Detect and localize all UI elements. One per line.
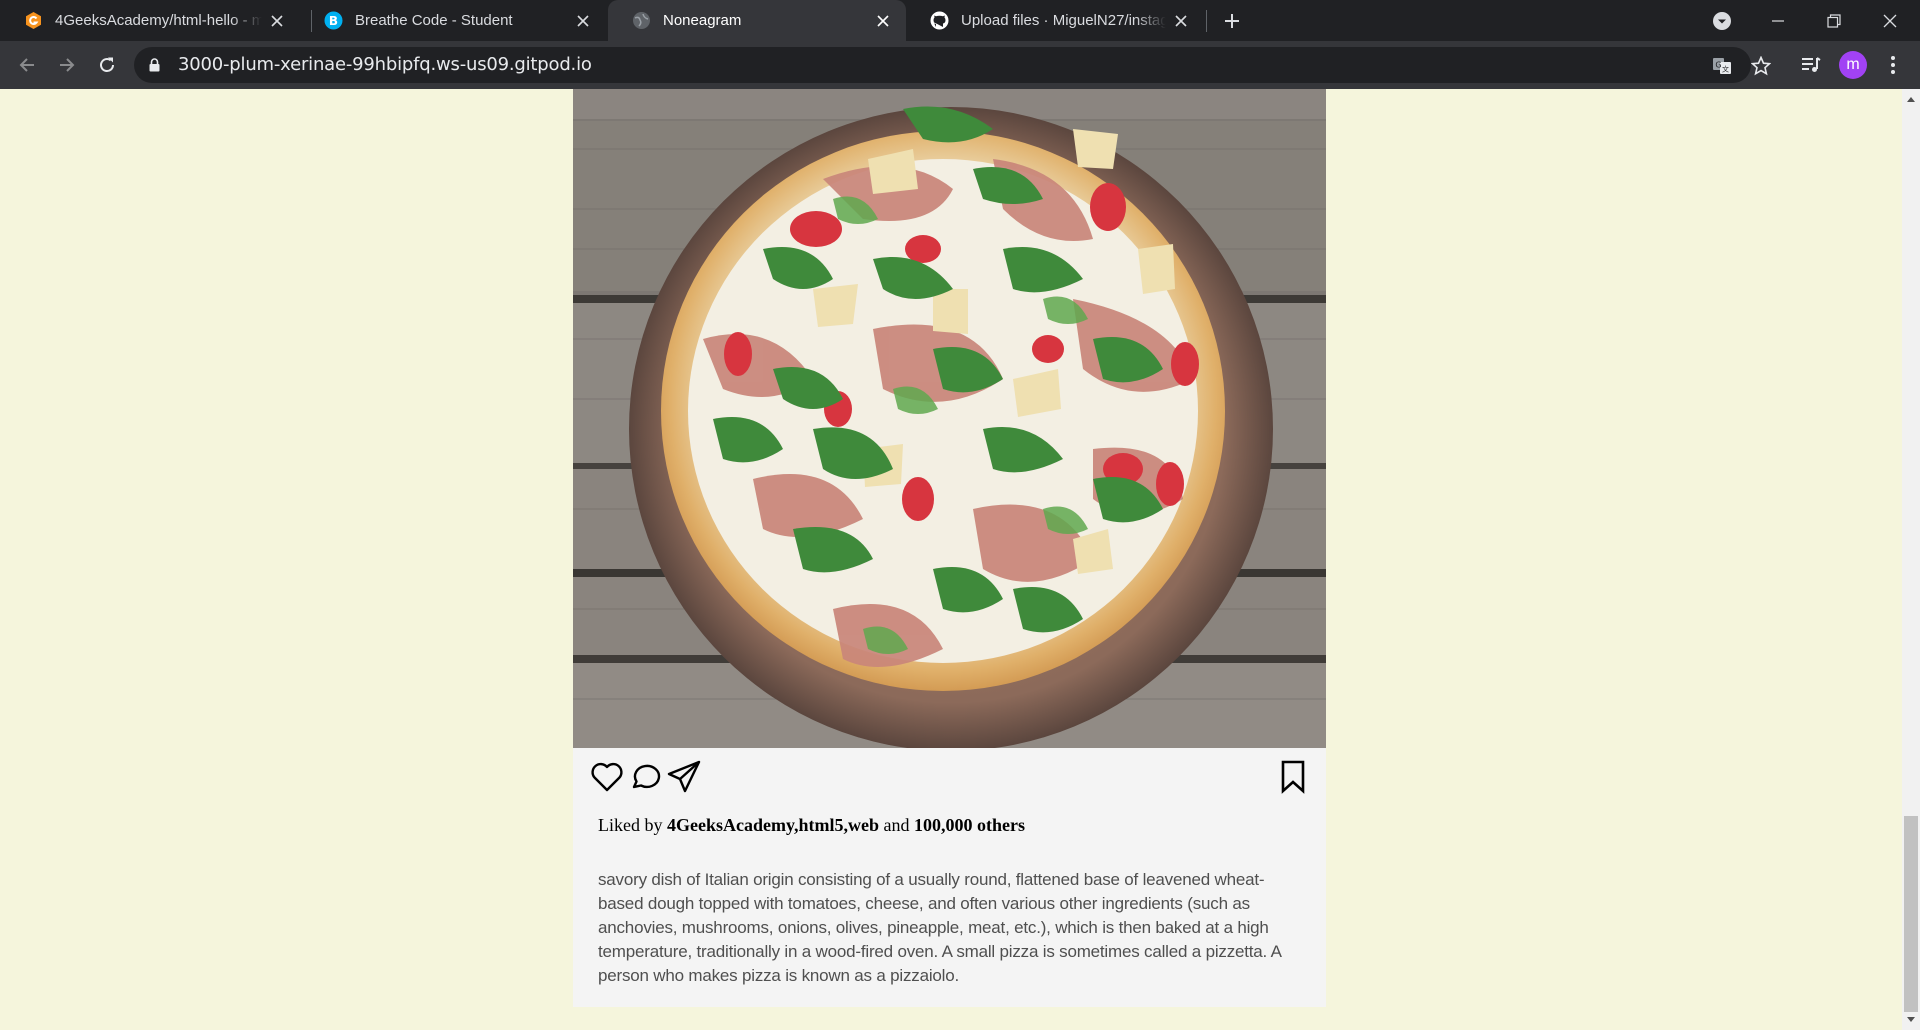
minimize-icon xyxy=(1772,19,1784,22)
bookmark-icon xyxy=(1281,760,1305,794)
comment-button[interactable] xyxy=(628,759,664,795)
likes-summary: Liked by 4GeeksAcademy,html5,web and 100… xyxy=(598,815,1025,836)
restore-button[interactable] xyxy=(1806,0,1862,41)
svg-text:B: B xyxy=(329,14,338,28)
tab-search-button[interactable] xyxy=(1694,0,1750,41)
close-tab-icon[interactable] xyxy=(574,12,592,30)
svg-text:G: G xyxy=(1715,61,1721,70)
post-caption: savory dish of Italian origin consisting… xyxy=(598,870,1281,985)
back-button[interactable] xyxy=(12,50,42,80)
post-image[interactable] xyxy=(573,89,1326,748)
tab-breathecode[interactable]: B Breathe Code - Student xyxy=(300,0,606,41)
tab-title: Noneagram xyxy=(663,12,742,29)
tab-title: 4GeeksAcademy/html-hello - ma xyxy=(55,12,262,29)
close-window-button[interactable] xyxy=(1862,0,1918,41)
scroll-up-arrow-icon[interactable] xyxy=(1907,97,1915,102)
address-bar[interactable]: 3000-plum-xerinae-99hbipfq.ws-us09.gitpo… xyxy=(134,47,1771,83)
close-tab-icon[interactable] xyxy=(874,12,892,30)
tab-separator xyxy=(1206,10,1207,32)
more-vertical-icon xyxy=(1891,56,1895,74)
post-actions xyxy=(573,759,1326,799)
close-tab-icon[interactable] xyxy=(1172,12,1190,30)
tab-4geeks[interactable]: 4GeeksAcademy/html-hello - ma xyxy=(0,0,300,41)
tab-github[interactable]: Upload files · MiguelN27/instagram xyxy=(906,0,1204,41)
scrollbar-thumb[interactable] xyxy=(1904,816,1918,1012)
likes-prefix: Liked by xyxy=(598,815,667,835)
likes-conjunction: and xyxy=(878,815,914,835)
plus-icon xyxy=(1225,14,1239,28)
scroll-down-arrow-icon[interactable] xyxy=(1907,1017,1915,1022)
save-button[interactable] xyxy=(1275,759,1311,795)
likes-others-count[interactable]: 100,000 others xyxy=(914,815,1025,835)
comment-icon xyxy=(632,764,661,789)
heart-icon xyxy=(591,762,623,792)
post-card: Liked by 4GeeksAcademy,html5,web and 100… xyxy=(573,89,1326,1007)
svg-text:文: 文 xyxy=(1722,65,1729,74)
arrow-right-icon xyxy=(60,58,75,72)
github-icon xyxy=(930,11,949,30)
new-tab-button[interactable] xyxy=(1218,7,1246,35)
restore-icon xyxy=(1827,13,1841,28)
breathecode-icon: B xyxy=(324,11,343,30)
share-button[interactable] xyxy=(666,759,702,795)
chevron-down-circle-icon xyxy=(1713,11,1731,30)
lock-icon[interactable] xyxy=(149,58,160,77)
profile-avatar[interactable]: m xyxy=(1839,51,1867,79)
translate-icon[interactable]: G文 xyxy=(1712,56,1732,76)
tab-strip: 4GeeksAcademy/html-hello - ma B Breathe … xyxy=(0,0,1920,41)
browser-toolbar: 3000-plum-xerinae-99hbipfq.ws-us09.gitpo… xyxy=(0,41,1920,89)
menu-button[interactable] xyxy=(1883,53,1903,77)
page-scrollbar[interactable] xyxy=(1902,89,1920,1030)
avatar-initial: m xyxy=(1846,56,1860,73)
forward-button[interactable] xyxy=(52,50,82,80)
tab-noneagram[interactable]: Noneagram xyxy=(608,0,906,41)
close-icon xyxy=(1883,14,1897,27)
bookmark-star-icon[interactable] xyxy=(1751,56,1771,76)
minimize-button[interactable] xyxy=(1750,0,1806,41)
send-icon xyxy=(667,760,701,793)
reload-icon xyxy=(100,57,115,72)
reload-button[interactable] xyxy=(92,50,122,80)
page-viewport: Liked by 4GeeksAcademy,html5,web and 100… xyxy=(0,89,1902,1030)
4geeks-icon xyxy=(24,11,43,30)
media-controls-icon[interactable] xyxy=(1801,55,1821,75)
tab-title: Breathe Code - Student xyxy=(355,12,513,29)
arrow-left-icon xyxy=(19,58,34,72)
liked-by-users[interactable]: 4GeeksAcademy,html5,web xyxy=(667,815,879,835)
globe-icon xyxy=(632,11,651,30)
close-tab-icon[interactable] xyxy=(268,12,286,30)
url-text[interactable]: 3000-plum-xerinae-99hbipfq.ws-us09.gitpo… xyxy=(178,47,592,83)
tab-title: Upload files · MiguelN27/instagram xyxy=(961,12,1166,29)
like-button[interactable] xyxy=(589,759,625,795)
